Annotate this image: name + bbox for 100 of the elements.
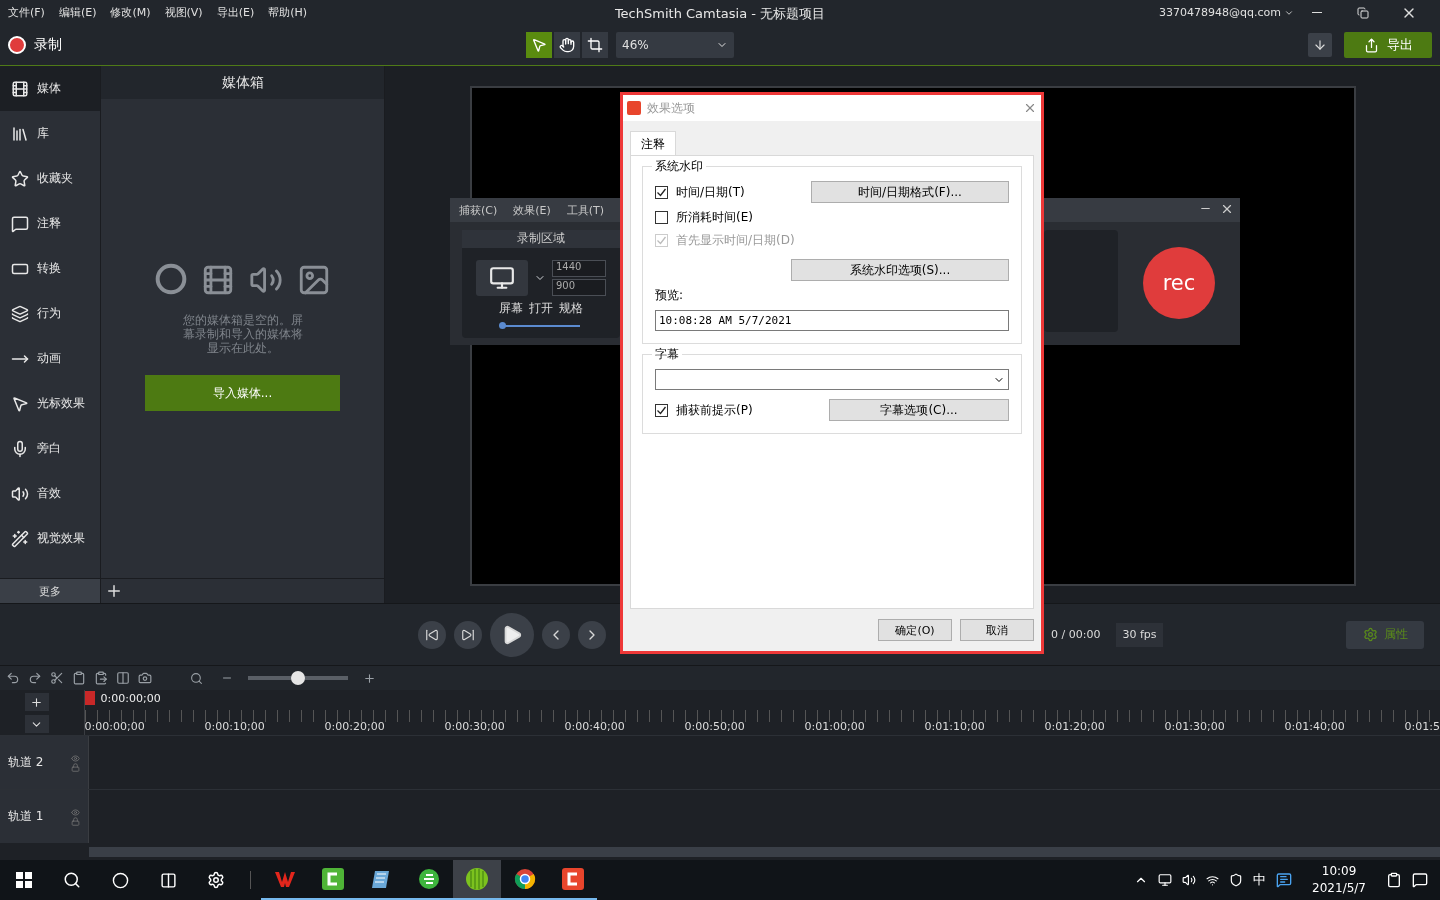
step-forward-icon bbox=[461, 627, 475, 642]
account-menu[interactable]: 3370478948@qq.com bbox=[1159, 6, 1294, 19]
menu-item[interactable]: 效果(E) bbox=[513, 202, 551, 218]
menu-item[interactable]: 导出(E) bbox=[216, 5, 255, 20]
collapse-button[interactable] bbox=[24, 715, 49, 733]
caption-options-button[interactable]: 字幕选项(C)... bbox=[829, 399, 1009, 421]
clock[interactable]: 10:09 2021/5/7 bbox=[1312, 863, 1366, 897]
format-button[interactable]: 时间/日期格式(F)... bbox=[811, 181, 1009, 203]
shield-icon[interactable] bbox=[1229, 873, 1244, 887]
volume-icon[interactable] bbox=[1182, 873, 1197, 887]
fps-label: 30 fps bbox=[1116, 622, 1163, 647]
sidebar-item[interactable]: 旁白 bbox=[0, 426, 100, 471]
record-button[interactable]: 录制 bbox=[8, 36, 62, 54]
ok-button[interactable]: 确定(O) bbox=[878, 619, 952, 641]
globe-e-icon bbox=[418, 868, 440, 890]
crop-tool[interactable] bbox=[582, 32, 608, 58]
cancel-button[interactable]: 取消 bbox=[960, 619, 1034, 641]
sidebar-item[interactable]: 光标效果 bbox=[0, 381, 100, 426]
download-button[interactable] bbox=[1308, 33, 1332, 57]
network-icon[interactable] bbox=[1158, 873, 1173, 887]
search-icon bbox=[63, 871, 81, 889]
undo-icon[interactable] bbox=[6, 671, 20, 685]
close-icon[interactable] bbox=[1220, 202, 1234, 216]
sidebar-item[interactable]: 收藏夹 bbox=[0, 156, 100, 201]
task-view-icon bbox=[159, 871, 177, 889]
menu-item[interactable]: 视图(V) bbox=[164, 5, 203, 20]
sidebar-item[interactable]: 转换 bbox=[0, 246, 100, 291]
pointer-tool[interactable] bbox=[526, 32, 552, 58]
notification-icon[interactable] bbox=[1412, 872, 1428, 888]
screen-button[interactable] bbox=[476, 260, 528, 296]
sidebar-item[interactable]: 视觉效果 bbox=[0, 516, 100, 561]
tick-label: 0:01:30;00 bbox=[1164, 720, 1226, 735]
height-field[interactable]: 900 bbox=[552, 279, 606, 296]
restore-icon bbox=[1357, 6, 1369, 19]
menu-item[interactable]: 工具(T) bbox=[566, 202, 605, 218]
tick-label: 0:00:50;00 bbox=[684, 720, 746, 735]
split-icon[interactable] bbox=[116, 671, 130, 685]
checkbox-label: 捕获前提示(P) bbox=[676, 401, 753, 419]
scrollbar[interactable] bbox=[89, 846, 1440, 857]
tick-label: 0:01:5 bbox=[1404, 720, 1440, 735]
callout-icon bbox=[11, 214, 29, 233]
menu-item[interactable]: 文件(F) bbox=[8, 5, 45, 20]
rec-button[interactable]: rec bbox=[1143, 247, 1215, 319]
circle-icon bbox=[111, 871, 129, 889]
import-media-button[interactable]: 导入媒体... bbox=[145, 375, 340, 411]
zoom-dropdown[interactable]: 46% bbox=[616, 32, 734, 58]
sidebar-item[interactable]: 行为 bbox=[0, 291, 100, 336]
sidebar-item[interactable]: 库 bbox=[0, 111, 100, 156]
checkbox[interactable] bbox=[655, 403, 668, 417]
ime-indicator[interactable]: 中 bbox=[1253, 871, 1267, 889]
tick-label: 0:00:00;00 bbox=[84, 720, 146, 735]
preview-field: 10:08:28 AM 5/7/2021 bbox=[655, 310, 1009, 331]
hand-tool[interactable] bbox=[554, 32, 580, 58]
wand-icon bbox=[11, 529, 29, 548]
cut-icon[interactable] bbox=[50, 671, 64, 685]
checkbox[interactable] bbox=[655, 211, 668, 224]
caption-dropdown[interactable] bbox=[655, 369, 1009, 390]
step-forward-button[interactable] bbox=[454, 620, 482, 649]
checkbox[interactable] bbox=[655, 185, 668, 199]
play-button[interactable] bbox=[490, 612, 534, 657]
tick-label: 0:01:00;00 bbox=[804, 720, 866, 735]
hand-icon bbox=[559, 37, 575, 53]
library-icon bbox=[11, 124, 29, 143]
close-button[interactable] bbox=[1023, 101, 1037, 115]
eye-icon bbox=[71, 807, 80, 817]
menu-item[interactable]: 捕获(C) bbox=[459, 202, 498, 218]
wps-w-icon bbox=[274, 869, 296, 889]
add-button[interactable] bbox=[105, 582, 123, 600]
add-track-button[interactable] bbox=[24, 693, 49, 711]
mic-icon bbox=[11, 439, 29, 458]
dialog-title: 效果选项 bbox=[647, 99, 695, 117]
audio-icon bbox=[11, 484, 29, 503]
menu-item[interactable]: 编辑(E) bbox=[58, 5, 97, 20]
behavior-icon bbox=[11, 304, 29, 323]
empty-message: 您的媒体箱是空的。屏幕录制和导入的媒体将显示在此处。 bbox=[181, 313, 304, 355]
tab[interactable]: 注释 bbox=[630, 131, 676, 155]
sidebar-item[interactable]: 注释 bbox=[0, 201, 100, 246]
width-field[interactable]: 1440 bbox=[552, 260, 606, 277]
notes-icon[interactable] bbox=[1386, 872, 1402, 888]
sidebar-item[interactable]: 媒体 bbox=[0, 66, 100, 111]
previous-button[interactable] bbox=[542, 620, 570, 649]
paste-icon[interactable] bbox=[94, 671, 108, 685]
pointer-icon bbox=[531, 37, 547, 53]
sidebar-item[interactable]: 动画 bbox=[0, 336, 100, 381]
redo-icon[interactable] bbox=[28, 671, 42, 685]
step-back-button[interactable] bbox=[418, 620, 446, 649]
plus-icon bbox=[30, 695, 44, 709]
menu-item[interactable]: 帮助(H) bbox=[268, 5, 308, 20]
menu-item[interactable]: 修改(M) bbox=[110, 5, 151, 20]
record-icon bbox=[154, 263, 187, 295]
zoom-in-icon[interactable] bbox=[363, 671, 376, 685]
next-button[interactable] bbox=[578, 620, 606, 649]
export-button[interactable]: 导出 bbox=[1344, 32, 1432, 58]
copy-icon[interactable] bbox=[72, 671, 86, 685]
more-button[interactable]: 更多 bbox=[0, 578, 100, 603]
sidebar-item[interactable]: 音效 bbox=[0, 471, 100, 516]
cursor-icon bbox=[11, 394, 29, 413]
camera-icon[interactable] bbox=[138, 671, 152, 685]
watermark-options-button[interactable]: 系统水印选项(S)... bbox=[791, 259, 1009, 281]
zoom-icon[interactable] bbox=[190, 671, 203, 685]
